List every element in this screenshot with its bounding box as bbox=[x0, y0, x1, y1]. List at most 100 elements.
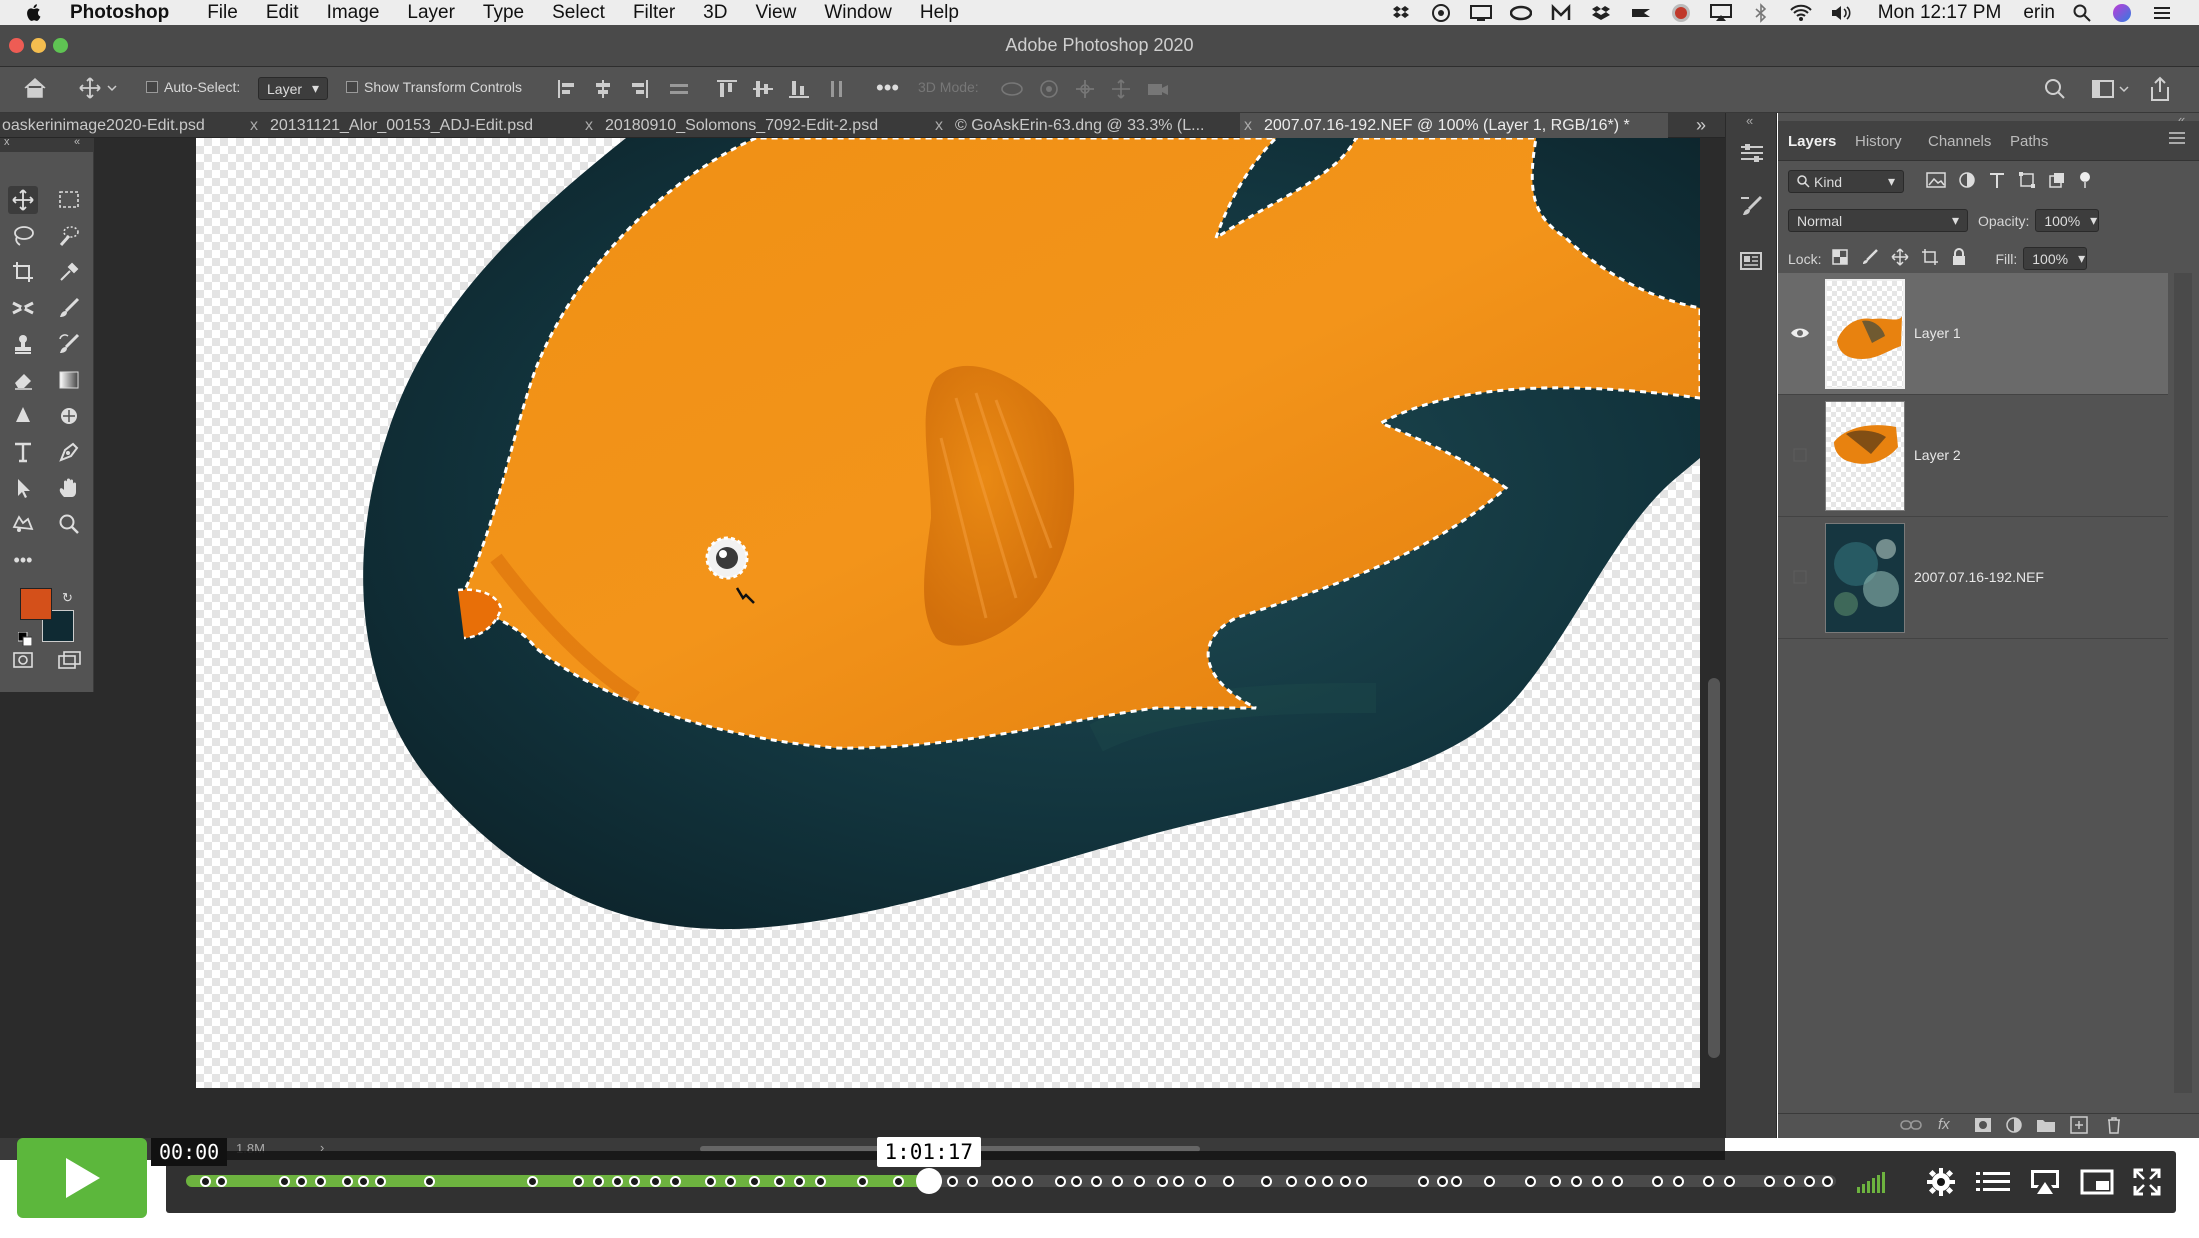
chapter-marker[interactable] bbox=[628, 1176, 640, 1187]
chapter-marker[interactable] bbox=[1222, 1176, 1234, 1187]
align-left-icon[interactable] bbox=[556, 79, 578, 99]
canvas-vertical-scrollbar[interactable] bbox=[1703, 138, 1725, 1138]
bluetooth-icon[interactable] bbox=[1748, 2, 1774, 23]
menu-type[interactable]: Type bbox=[483, 2, 524, 24]
airplay-icon[interactable] bbox=[2028, 1167, 2062, 1197]
chapter-marker[interactable] bbox=[1321, 1176, 1333, 1187]
chapter-marker[interactable] bbox=[1071, 1176, 1082, 1187]
3d-pan-icon[interactable] bbox=[1074, 79, 1096, 99]
default-colors-icon[interactable] bbox=[17, 631, 33, 647]
chapter-marker[interactable] bbox=[1549, 1176, 1561, 1187]
chapter-marker[interactable] bbox=[1417, 1176, 1429, 1187]
play-button[interactable] bbox=[17, 1138, 147, 1218]
show-transform-check-box[interactable] bbox=[346, 81, 358, 93]
properties-icon[interactable] bbox=[1738, 139, 1766, 167]
chapter-marker[interactable] bbox=[1764, 1176, 1775, 1187]
chapter-marker[interactable] bbox=[704, 1176, 716, 1187]
lasso-tool-icon[interactable] bbox=[8, 222, 38, 250]
filter-adjustment-icon[interactable] bbox=[1958, 171, 1976, 192]
tab-document-2[interactable]: x 20131121_Alor_00153_ADJ-Edit.psd bbox=[250, 113, 582, 138]
menu-view[interactable]: View bbox=[755, 2, 796, 24]
collapse-icon-strip-icon[interactable]: « bbox=[1746, 113, 1753, 128]
hand-tool-icon[interactable] bbox=[54, 474, 84, 502]
close-tab-icon[interactable]: x bbox=[250, 117, 258, 134]
chapter-marker[interactable] bbox=[1054, 1176, 1066, 1187]
type-tool-icon[interactable] bbox=[8, 438, 38, 466]
spotlight-icon[interactable] bbox=[2069, 3, 2095, 23]
layers-scrollbar[interactable] bbox=[2174, 273, 2192, 1093]
m-icon[interactable] bbox=[1548, 3, 1574, 23]
auto-select-checkbox[interactable]: Auto-Select: bbox=[146, 79, 240, 95]
align-right-icon[interactable] bbox=[628, 79, 650, 99]
chapter-marker[interactable] bbox=[967, 1176, 979, 1187]
chapter-marker[interactable] bbox=[1285, 1176, 1297, 1187]
airplay-icon[interactable] bbox=[1708, 3, 1734, 23]
fullscreen-icon[interactable] bbox=[2130, 1167, 2164, 1197]
display-icon[interactable] bbox=[1468, 3, 1494, 23]
privacy-icon[interactable] bbox=[1428, 3, 1454, 23]
creative-cloud-icon[interactable] bbox=[1508, 3, 1534, 23]
lock-all-icon[interactable] bbox=[1951, 248, 1967, 269]
chapter-marker[interactable] bbox=[1570, 1176, 1582, 1187]
chapter-marker[interactable] bbox=[991, 1176, 1003, 1187]
chapter-marker[interactable] bbox=[279, 1176, 290, 1187]
tab-layers[interactable]: Layers bbox=[1788, 133, 1836, 150]
share-icon[interactable] bbox=[2148, 76, 2172, 102]
workspace-icon[interactable] bbox=[2092, 78, 2132, 100]
chapter-marker[interactable] bbox=[295, 1176, 307, 1187]
opacity-input[interactable]: 100% ▾ bbox=[2035, 209, 2100, 232]
siri-icon[interactable] bbox=[2109, 3, 2135, 23]
zoom-tool-icon[interactable] bbox=[54, 510, 84, 538]
chapter-marker[interactable] bbox=[1524, 1176, 1536, 1187]
layer-row-layer-1[interactable]: Layer 1 bbox=[1778, 273, 2168, 395]
bolt-icon[interactable] bbox=[1628, 3, 1654, 23]
volume-icon[interactable] bbox=[1828, 3, 1854, 23]
layer-row-layer-2[interactable]: Layer 2 bbox=[1778, 395, 2168, 517]
chapter-marker[interactable] bbox=[199, 1176, 211, 1187]
lock-position-icon[interactable] bbox=[1891, 248, 1909, 269]
tab-document-3[interactable]: x 20180910_Solomons_7092-Edit-2.psd bbox=[585, 113, 935, 138]
3d-object-tool-icon[interactable] bbox=[8, 510, 38, 538]
chapter-marker[interactable] bbox=[1194, 1176, 1206, 1187]
swap-colors-icon[interactable]: ↻ bbox=[62, 590, 73, 606]
lock-artboard-icon[interactable] bbox=[1921, 248, 1939, 269]
3d-roll-icon[interactable] bbox=[1038, 79, 1060, 99]
blend-mode-dropdown[interactable]: Normal ▾ bbox=[1788, 209, 1968, 232]
visibility-toggle[interactable] bbox=[1790, 445, 1810, 465]
auto-select-dropdown[interactable]: Layer ▾ bbox=[258, 77, 329, 100]
align-center-icon[interactable] bbox=[592, 79, 614, 99]
libraries-icon[interactable] bbox=[1738, 247, 1766, 275]
blur-tool-icon[interactable] bbox=[8, 402, 38, 430]
home-icon[interactable] bbox=[22, 76, 48, 100]
menu-file[interactable]: File bbox=[207, 2, 238, 24]
tab-history[interactable]: History bbox=[1855, 133, 1902, 150]
filter-shape-icon[interactable] bbox=[2018, 171, 2036, 192]
chapter-marker[interactable] bbox=[1133, 1176, 1145, 1187]
tab-paths[interactable]: Paths bbox=[2010, 133, 2048, 150]
chapter-marker[interactable] bbox=[526, 1176, 538, 1187]
menu-window[interactable]: Window bbox=[824, 2, 892, 24]
chapter-marker[interactable] bbox=[1005, 1176, 1016, 1187]
search-icon[interactable] bbox=[2044, 78, 2066, 100]
chapter-marker[interactable] bbox=[774, 1176, 785, 1187]
chapter-marker[interactable] bbox=[1450, 1176, 1462, 1187]
menu-select[interactable]: Select bbox=[552, 2, 605, 24]
chapter-marker[interactable] bbox=[1702, 1176, 1714, 1187]
screen-mode-icon[interactable] bbox=[54, 646, 84, 674]
crop-tool-icon[interactable] bbox=[8, 258, 38, 286]
chapter-marker[interactable] bbox=[1651, 1176, 1663, 1187]
menu-clock[interactable]: Mon 12:17 PM bbox=[1878, 2, 2002, 24]
filter-kind-dropdown[interactable]: Kind ▾ bbox=[1788, 170, 1904, 193]
dodge-tool-icon[interactable] bbox=[54, 402, 84, 430]
chapter-marker[interactable] bbox=[1339, 1176, 1351, 1187]
chapter-marker[interactable] bbox=[592, 1176, 604, 1187]
menu-help[interactable]: Help bbox=[920, 2, 959, 24]
collapse-toolbar-icon[interactable]: « bbox=[74, 136, 80, 148]
record-icon[interactable] bbox=[1668, 3, 1694, 23]
panel-menu-icon[interactable] bbox=[2168, 131, 2186, 148]
align-top-icon[interactable] bbox=[716, 79, 738, 99]
chapter-marker[interactable] bbox=[374, 1176, 386, 1187]
filter-toggle-icon[interactable] bbox=[2078, 171, 2092, 192]
3d-slide-icon[interactable] bbox=[1110, 79, 1132, 99]
more-tabs-icon[interactable]: » bbox=[1696, 113, 1726, 138]
